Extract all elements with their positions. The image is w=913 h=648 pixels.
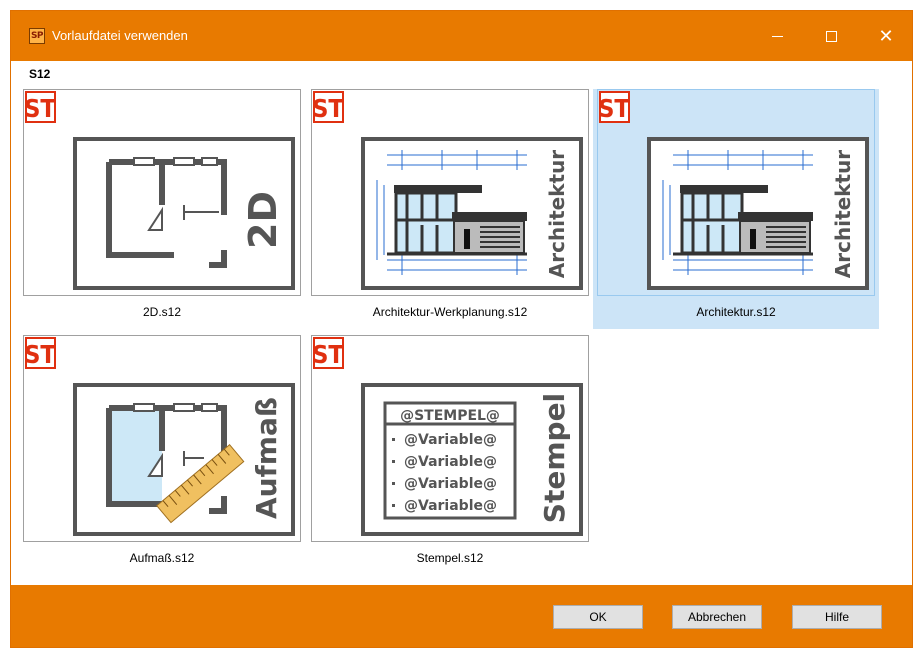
minimize-icon (771, 35, 783, 37)
template-item-architektur-werkplanung[interactable]: ST Architektur Architektur-Werkplanung.s… (307, 89, 593, 329)
app-icon: SP (29, 28, 45, 44)
dialog-window: SP Vorlaufdatei verwenden ✕ S12 ST 2D 2D… (10, 10, 913, 648)
stamp-header: @STEMPEL@ (400, 408, 500, 424)
close-icon: ✕ (878, 25, 894, 47)
thumbnail-caption: Stempel (538, 393, 571, 523)
badge-text: ST (598, 94, 630, 123)
close-button[interactable]: ✕ (863, 11, 909, 61)
template-thumbnail: ST Aufmaß (23, 335, 301, 542)
floorplan-2d-icon: ST 2D (24, 91, 295, 290)
template-thumbnail: ST @STEMPEL@ @Variable@ @Variable@ @Vari… (311, 335, 589, 542)
floorplan-ruler-icon: ST Aufmaß (24, 337, 295, 536)
house-elevation-icon: ST Architektur (312, 91, 583, 290)
template-label: Aufmaß.s12 (129, 551, 195, 565)
stamp-icon: ST @STEMPEL@ @Variable@ @Variable@ @Vari… (312, 337, 583, 536)
thumbnail-caption: Architektur (831, 150, 855, 279)
maximize-button[interactable] (808, 11, 854, 61)
thumbnail-caption: Aufmaß (250, 397, 283, 519)
maximize-icon (825, 30, 837, 42)
template-item-architektur[interactable]: ST Architektur Architektur.s12 (593, 89, 879, 329)
cancel-button[interactable]: Abbrechen (672, 605, 762, 629)
ok-button[interactable]: OK (553, 605, 643, 629)
badge-text: ST (312, 340, 344, 369)
stamp-row: @Variable@ (404, 432, 497, 448)
stamp-row: @Variable@ (404, 454, 497, 470)
template-item-2d[interactable]: ST 2D 2D.s12 (19, 89, 305, 329)
stamp-row: @Variable@ (404, 498, 497, 514)
badge-text: ST (24, 94, 56, 123)
template-thumbnail: ST 2D (23, 89, 301, 296)
group-label: S12 (29, 67, 51, 81)
window-title: Vorlaufdatei verwenden (52, 28, 188, 43)
template-item-aufmass[interactable]: ST Aufmaß Aufmaß.s12 (19, 335, 305, 575)
badge-text: ST (24, 340, 56, 369)
template-thumbnail: ST Architektur (597, 89, 875, 296)
template-list: S12 ST 2D 2D.s12 ST Architektur Architek… (11, 61, 912, 585)
title-bar[interactable]: SP Vorlaufdatei verwenden ✕ (11, 11, 912, 61)
house-elevation-icon: ST Architektur (598, 91, 869, 290)
thumbnail-caption: 2D (241, 191, 285, 249)
template-label: 2D.s12 (142, 305, 182, 319)
stamp-row: @Variable@ (404, 476, 497, 492)
template-item-stempel[interactable]: ST @STEMPEL@ @Variable@ @Variable@ @Vari… (307, 335, 593, 575)
help-button[interactable]: Hilfe (792, 605, 882, 629)
template-label: Architektur-Werkplanung.s12 (372, 305, 528, 319)
thumbnail-caption: Architektur (545, 150, 569, 279)
button-bar: OK Abbrechen Hilfe (11, 585, 912, 647)
template-thumbnail: ST Architektur (311, 89, 589, 296)
minimize-button[interactable] (754, 11, 800, 61)
template-label: Architektur.s12 (696, 305, 776, 319)
template-label: Stempel.s12 (416, 551, 484, 565)
badge-text: ST (312, 94, 344, 123)
